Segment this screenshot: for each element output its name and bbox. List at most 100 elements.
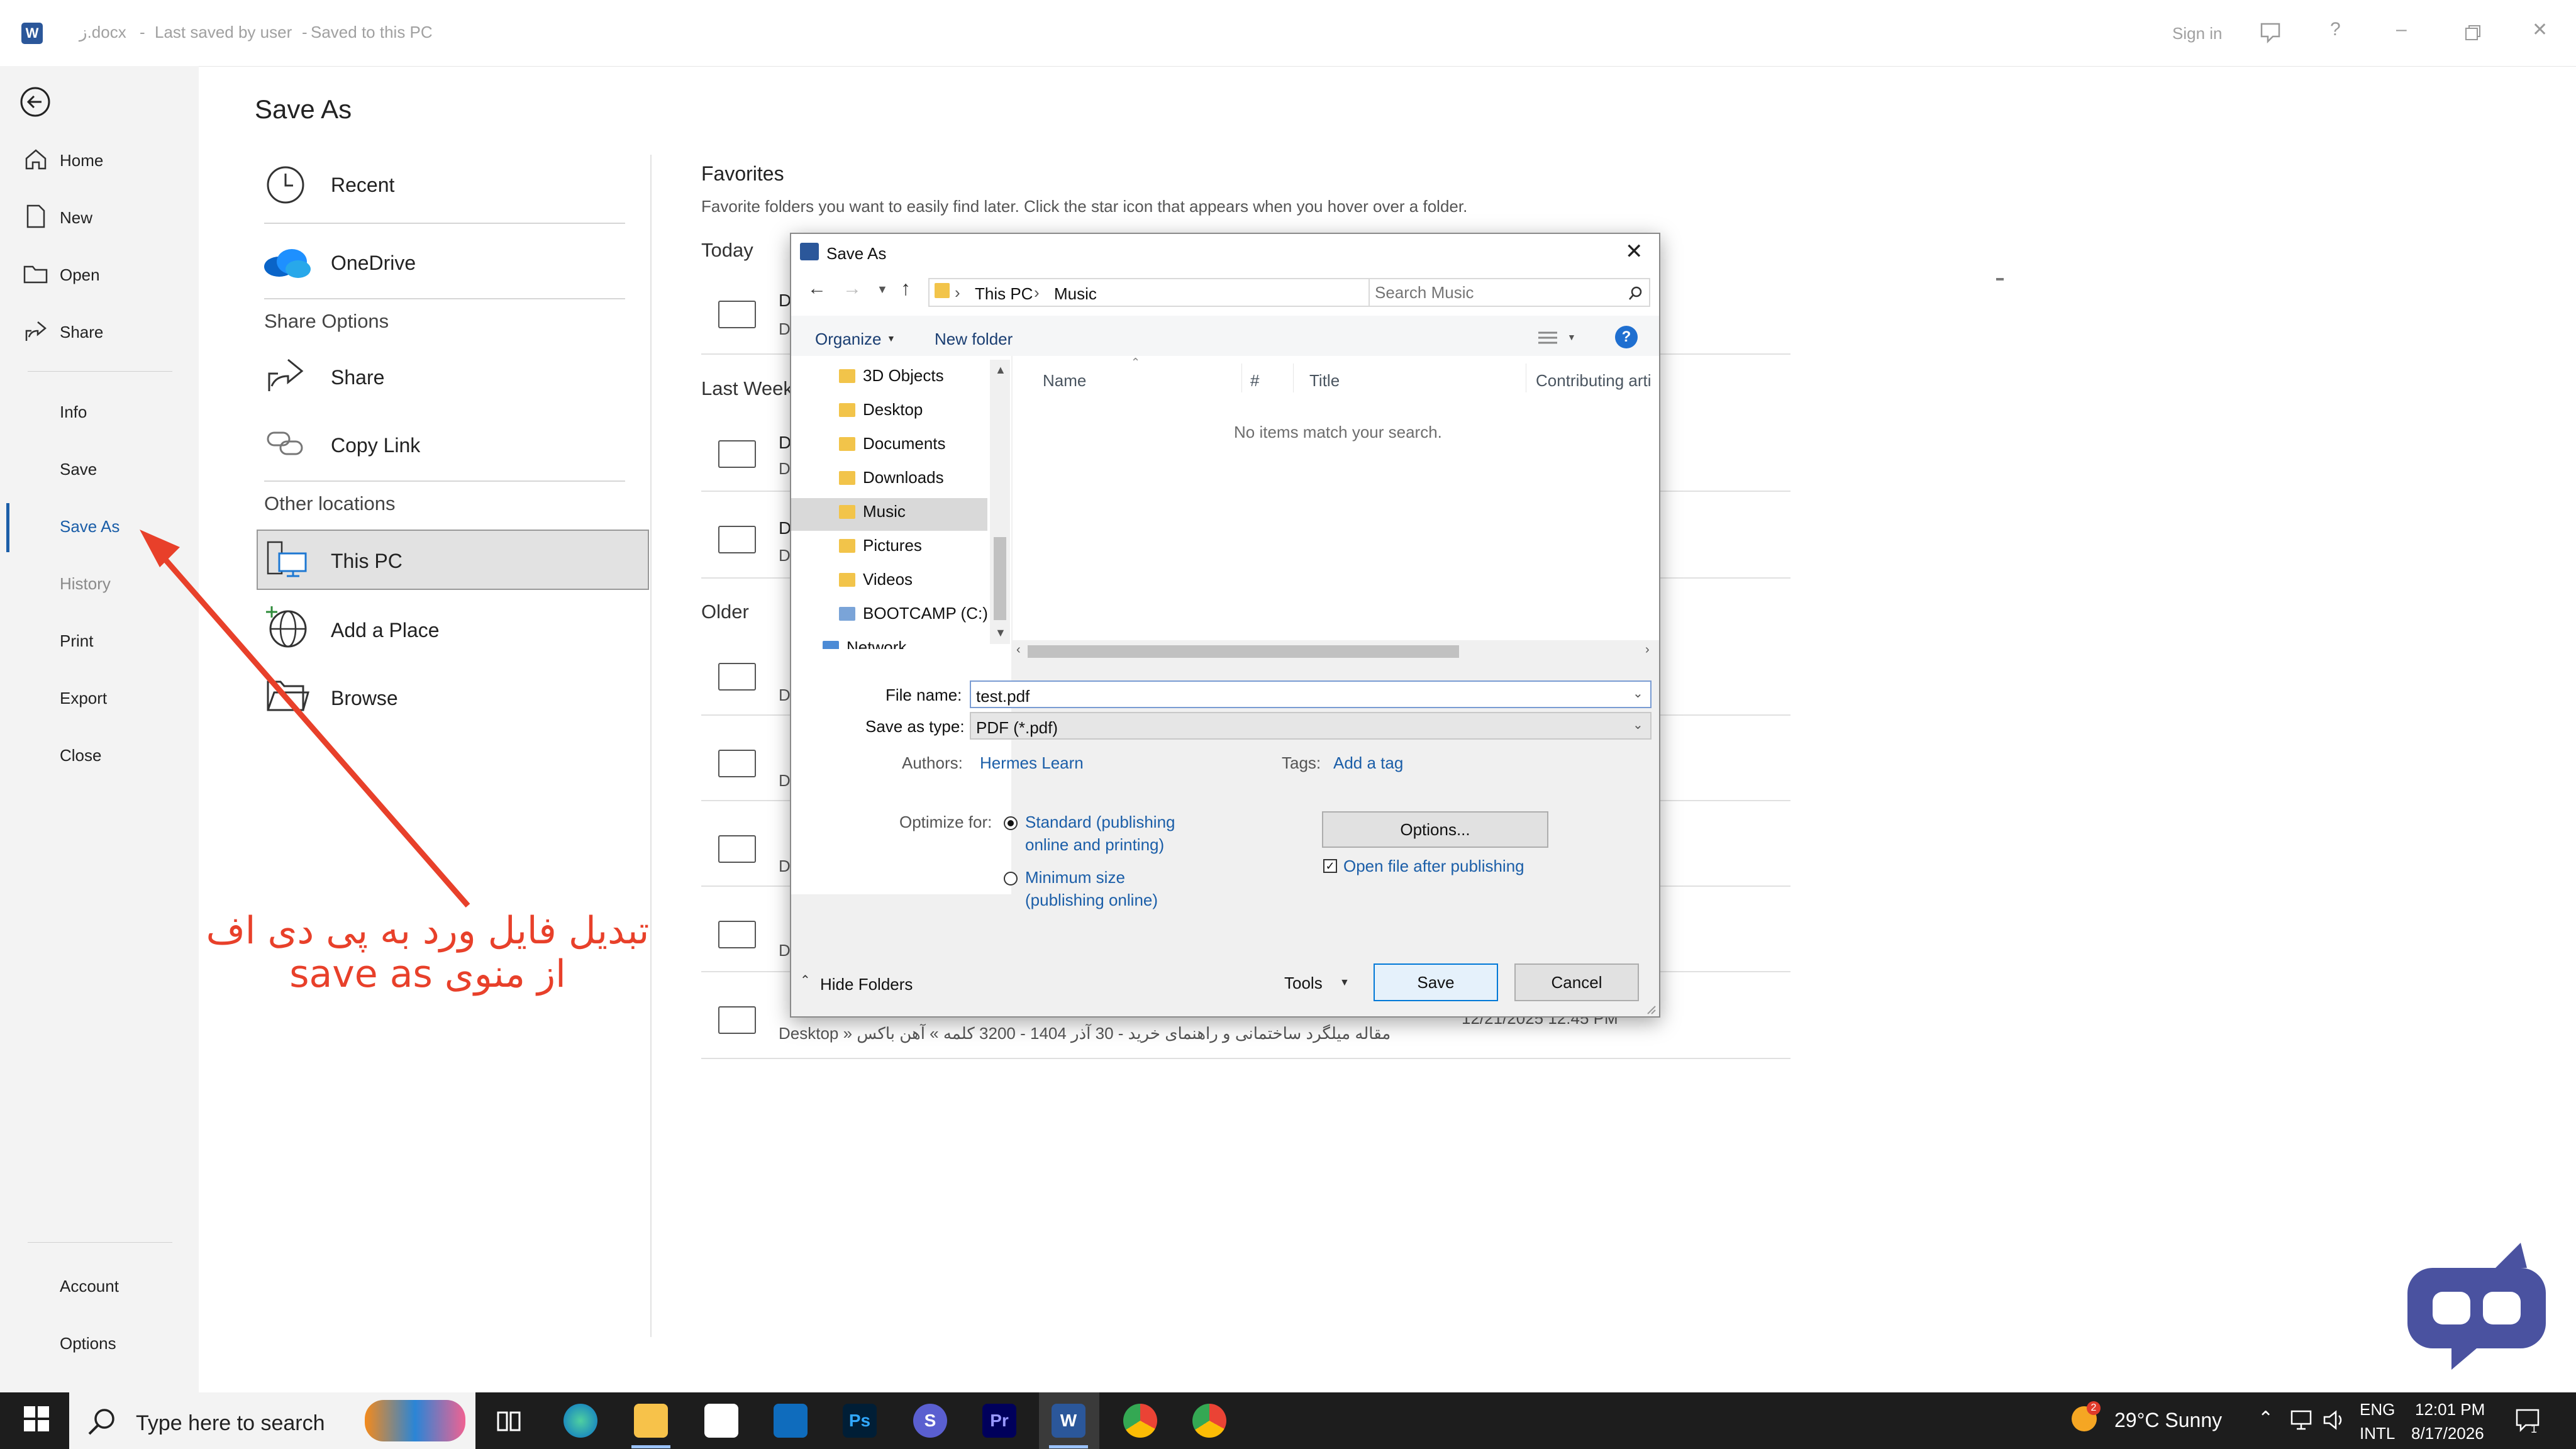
view-options-icon[interactable] [1537, 330, 1558, 346]
store-icon[interactable] [704, 1404, 738, 1438]
option-standard-line2[interactable]: online and printing) [1025, 835, 1164, 855]
tree-item[interactable]: BOOTCAMP (C:) [839, 604, 988, 631]
file-name-input[interactable]: test.pdf ⌄ [970, 680, 1652, 708]
location-this-pc[interactable]: This PC [257, 530, 649, 590]
file-explorer-icon[interactable] [634, 1404, 668, 1438]
search-input[interactable] [1368, 278, 1650, 307]
forward-arrow-icon[interactable]: → [843, 278, 862, 299]
tree-item[interactable]: 3D Objects [839, 366, 944, 394]
clock-date[interactable]: 8/17/2026 [2411, 1424, 2484, 1443]
scroll-thumb[interactable] [1028, 645, 1459, 658]
tree-item[interactable]: Pictures [839, 536, 922, 564]
option-minimum[interactable]: Minimum size [1025, 868, 1125, 887]
network-icon[interactable] [2289, 1409, 2314, 1431]
tools-menu[interactable]: Tools [1284, 974, 1323, 993]
windows-start-icon[interactable] [24, 1406, 49, 1431]
nav-account[interactable]: Account [60, 1277, 119, 1296]
tree-item[interactable]: Desktop [839, 400, 923, 428]
scroll-right-icon[interactable]: › [1645, 643, 1650, 657]
save-button[interactable]: Save [1374, 963, 1498, 1001]
chrome-icon[interactable] [1123, 1404, 1157, 1438]
authors-value[interactable]: Hermes Learn [980, 753, 1084, 773]
radio-standard[interactable] [1004, 816, 1018, 830]
option-minimum-line2[interactable]: (publishing online) [1025, 891, 1158, 910]
chevron-up-icon[interactable]: ⌃ [2258, 1407, 2273, 1430]
restore-icon[interactable] [2464, 24, 2482, 42]
nav-close[interactable]: Close [60, 746, 101, 765]
tree-item[interactable]: Documents [839, 434, 946, 462]
chevron-down-icon[interactable]: ⌄ [1633, 686, 1643, 701]
taskbar-search-box[interactable]: Type here to search [69, 1392, 475, 1449]
tree-scrollbar[interactable]: ▲ ▼ [990, 360, 1010, 644]
outlook-icon[interactable] [774, 1404, 808, 1438]
edge-icon[interactable] [564, 1404, 597, 1438]
location-onedrive[interactable]: OneDrive [257, 238, 621, 288]
horizontal-scrollbar[interactable]: ‹ › [1013, 640, 1659, 663]
skype-icon[interactable]: S [913, 1404, 947, 1438]
cancel-button[interactable]: Cancel [1514, 963, 1639, 1001]
location-browse[interactable]: Browse [257, 670, 621, 721]
tree-item[interactable]: Music [839, 502, 906, 530]
nav-share[interactable]: Share [60, 323, 103, 342]
chat-bot-icon[interactable] [2407, 1240, 2558, 1379]
tags-value[interactable]: Add a tag [1333, 753, 1403, 773]
hide-folders-button[interactable]: Hide Folders [820, 975, 913, 994]
dropdown-arrow-icon[interactable]: ▼ [1567, 332, 1576, 342]
back-arrow-icon[interactable]: ← [808, 278, 826, 299]
chrome-profile-icon[interactable] [1192, 1404, 1226, 1438]
task-view-icon[interactable] [496, 1409, 523, 1434]
notification-icon[interactable] [2514, 1406, 2542, 1434]
keyboard-layout[interactable]: INTL [2360, 1424, 2395, 1443]
help-icon[interactable]: ? [1615, 326, 1638, 348]
scroll-left-icon[interactable]: ‹ [1016, 643, 1021, 657]
breadcrumb-this-pc[interactable]: This PC [975, 284, 1033, 304]
location-copy-link[interactable]: Copy Link [257, 418, 621, 468]
save-type-select[interactable]: PDF (*.pdf) ⌄ [970, 712, 1652, 740]
organize-menu[interactable]: Organize [815, 330, 882, 349]
breadcrumb-music[interactable]: Music [1054, 284, 1097, 304]
location-recent[interactable]: Recent [257, 160, 621, 210]
tree-item[interactable]: Network [823, 638, 906, 649]
help-icon[interactable]: ? [2330, 19, 2341, 40]
sign-in-link[interactable]: Sign in [2172, 24, 2223, 43]
column-header-title[interactable]: Title [1309, 371, 1340, 391]
column-header-name[interactable]: Name [1043, 371, 1086, 391]
column-header-number[interactable]: # [1250, 371, 1259, 391]
nav-export[interactable]: Export [60, 689, 107, 708]
location-add-place[interactable]: Add a Place [257, 602, 621, 653]
option-standard[interactable]: Standard (publishing [1025, 813, 1175, 832]
nav-options[interactable]: Options [60, 1334, 116, 1353]
volume-icon[interactable] [2322, 1409, 2347, 1431]
checkbox-open-after[interactable]: ✓ [1323, 859, 1337, 873]
language-code[interactable]: ENG [2360, 1400, 2395, 1419]
clock-time[interactable]: 12:01 PM [2415, 1400, 2485, 1419]
scroll-up-icon[interactable]: ▲ [995, 364, 1006, 377]
scroll-down-icon[interactable]: ▼ [995, 626, 1006, 640]
photoshop-icon[interactable]: Ps [843, 1404, 877, 1438]
recent-dropdown-icon[interactable]: ▼ [877, 283, 888, 296]
nav-save[interactable]: Save [60, 460, 97, 479]
nav-info[interactable]: Info [60, 402, 87, 422]
location-share[interactable]: Share [257, 350, 621, 400]
column-header-contributing-artists[interactable]: Contributing arti [1536, 371, 1652, 391]
nav-open[interactable]: Open [60, 265, 100, 285]
word-taskbar-icon[interactable]: W [1052, 1404, 1085, 1438]
nav-save-as[interactable]: Save As [60, 517, 119, 536]
coauthor-icon[interactable] [2258, 20, 2283, 45]
back-arrow-icon[interactable] [19, 86, 52, 118]
minimize-icon[interactable]: – [2396, 19, 2407, 40]
chevron-up-icon[interactable]: ⌃ [800, 972, 811, 988]
tree-item[interactable]: Videos [839, 570, 913, 597]
nav-new[interactable]: New [60, 208, 92, 228]
new-folder-button[interactable]: New folder [935, 330, 1013, 349]
radio-minimum[interactable] [1004, 872, 1018, 886]
options-button[interactable]: Options... [1322, 811, 1548, 848]
nav-home[interactable]: Home [60, 151, 103, 170]
open-after-label[interactable]: Open file after publishing [1343, 857, 1524, 876]
dialog-close-icon[interactable]: ✕ [1625, 239, 1643, 264]
weather-text[interactable]: 29°C Sunny [2114, 1409, 2222, 1432]
tree-item[interactable]: Downloads [839, 468, 944, 496]
resize-grip-icon[interactable] [1645, 1004, 1657, 1015]
up-arrow-icon[interactable]: ↑ [901, 277, 911, 300]
nav-print[interactable]: Print [60, 631, 93, 651]
